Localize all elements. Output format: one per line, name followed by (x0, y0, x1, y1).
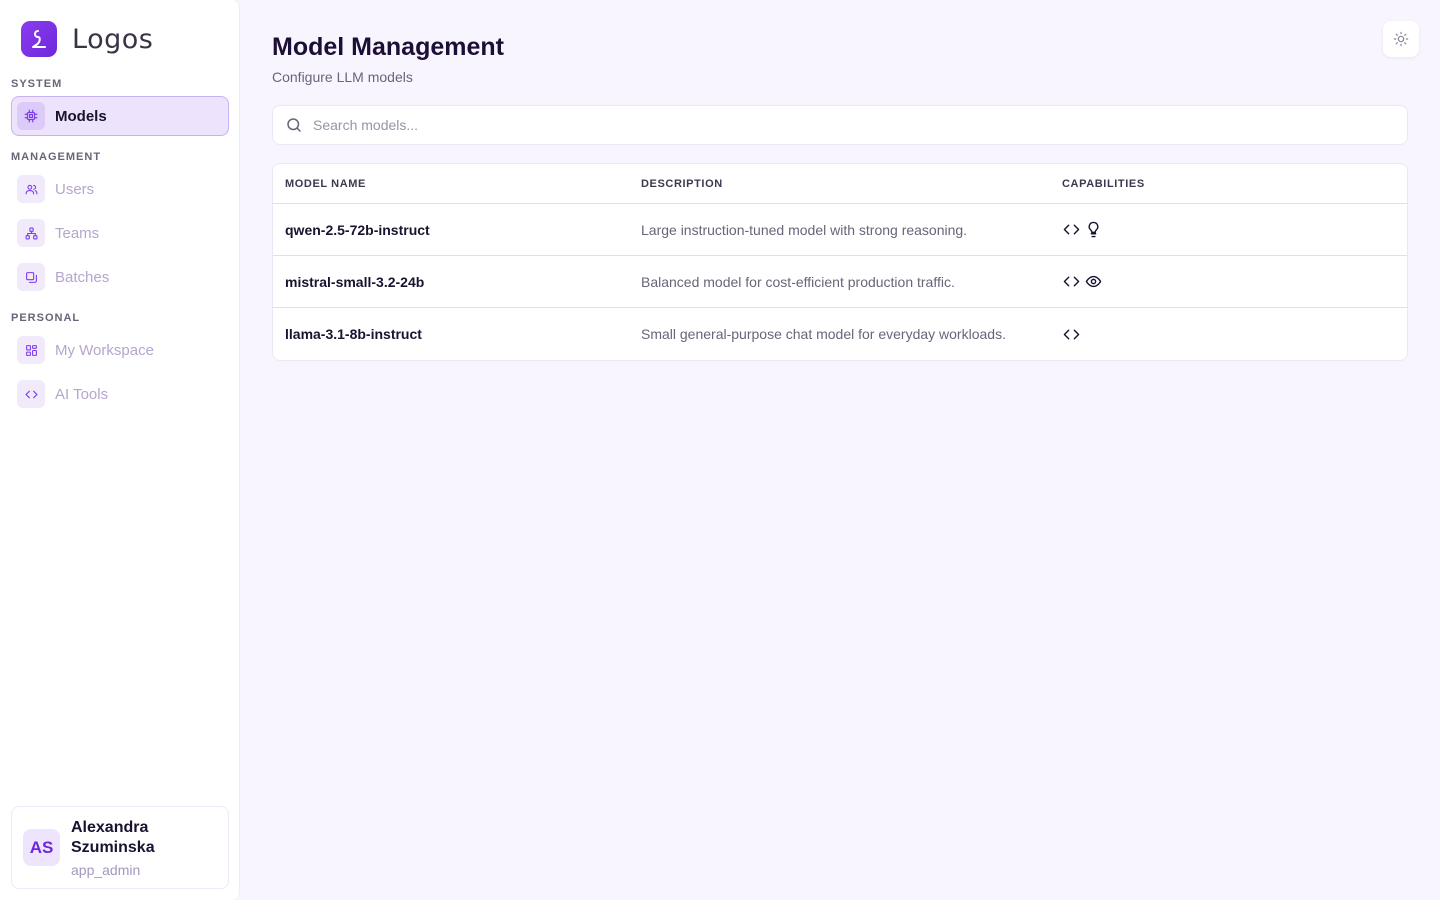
description-cell: Small general-purpose chat model for eve… (641, 326, 1006, 342)
user-card[interactable]: AS Alexandra Szuminska app_admin (11, 806, 229, 889)
sidebar-item-teams[interactable]: Teams (11, 213, 229, 253)
column-header-model-name[interactable]: MODEL NAME (273, 178, 629, 190)
sidebar-item-batches[interactable]: Batches (11, 257, 229, 297)
theme-toggle-button[interactable] (1383, 21, 1419, 57)
description-cell: Large instruction-tuned model with stron… (641, 221, 968, 238)
teams-icon (17, 219, 45, 247)
table-row[interactable]: mistral-small-3.2-24b Balanced model for… (273, 256, 1407, 308)
code-icon (1062, 221, 1080, 239)
sidebar: Logos SYSTEM Models MANAGEMENT Users Tea… (0, 0, 240, 900)
sidebar-item-users[interactable]: Users (11, 169, 229, 209)
sidebar-item-label: Batches (55, 268, 110, 286)
sidebar-item-label: Users (55, 180, 95, 198)
sidebar-item-label: Teams (55, 224, 100, 242)
sun-icon (1393, 31, 1409, 47)
batches-icon (17, 263, 45, 291)
chip-icon (17, 102, 45, 130)
section-label-personal: PERSONAL (11, 312, 81, 324)
user-role: app_admin (71, 861, 141, 878)
search-icon (285, 116, 303, 134)
column-header-capabilities[interactable]: CAPABILITIES (1050, 178, 1407, 190)
models-table: MODEL NAME DESCRIPTION CAPABILITIES qwen… (272, 163, 1408, 361)
search-input[interactable] (313, 117, 1393, 133)
sidebar-item-label: My Workspace (55, 341, 154, 359)
description-cell: Balanced model for cost-efficient produc… (641, 273, 955, 290)
sidebar-item-label: AI Tools (55, 385, 109, 403)
table-header-row: MODEL NAME DESCRIPTION CAPABILITIES (273, 164, 1407, 204)
user-info: Alexandra Szuminska app_admin (71, 818, 191, 878)
sidebar-item-my-workspace[interactable]: My Workspace (11, 330, 229, 370)
page-title: Model Management (272, 33, 504, 61)
table-row[interactable]: qwen-2.5-72b-instruct Large instruction-… (273, 204, 1407, 256)
model-name-cell: mistral-small-3.2-24b (285, 273, 425, 290)
sidebar-item-models[interactable]: Models (11, 96, 229, 136)
column-header-description[interactable]: DESCRIPTION (629, 178, 1050, 190)
eye-icon (1084, 273, 1102, 291)
workspace-icon (17, 336, 45, 364)
avatar: AS (23, 829, 60, 866)
page-subtitle: Configure LLM models (272, 69, 413, 85)
code-icon (1062, 325, 1080, 343)
table-row[interactable]: llama-3.1-8b-instruct Small general-purp… (273, 308, 1407, 360)
model-name-cell: llama-3.1-8b-instruct (285, 326, 422, 342)
search-bar (272, 105, 1408, 145)
code-icon (1062, 273, 1080, 291)
brand-logo-icon (21, 21, 57, 57)
capabilities-cell (1050, 221, 1407, 239)
capabilities-cell (1050, 325, 1407, 343)
brand[interactable]: Logos (21, 21, 153, 57)
sidebar-item-ai-tools[interactable]: AI Tools (11, 374, 229, 414)
brand-name: Logos (72, 23, 154, 55)
model-name-cell: qwen-2.5-72b-instruct (285, 221, 430, 238)
section-label-system: SYSTEM (11, 78, 63, 90)
users-icon (17, 175, 45, 203)
section-label-management: MANAGEMENT (11, 151, 102, 163)
lightbulb-icon (1084, 221, 1102, 239)
code-icon (17, 380, 45, 408)
sidebar-item-label: Models (55, 107, 107, 125)
capabilities-cell (1050, 273, 1407, 291)
user-name: Alexandra Szuminska (71, 818, 155, 856)
